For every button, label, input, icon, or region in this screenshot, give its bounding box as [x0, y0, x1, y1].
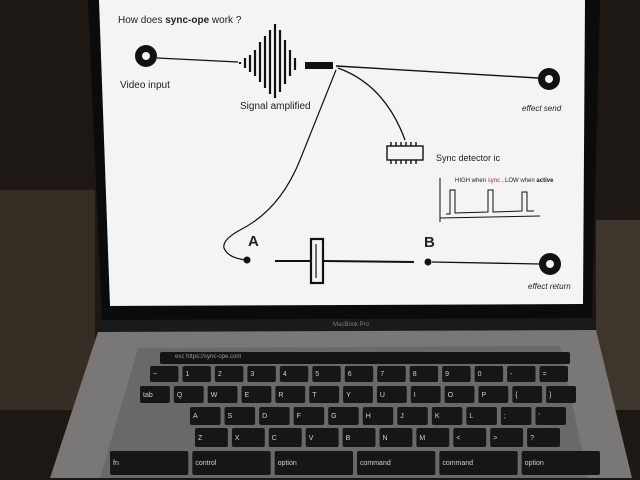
key-label: control [195, 460, 217, 467]
key-label: command [360, 460, 391, 467]
key-label: 0 [477, 371, 482, 378]
key-label: Z [198, 434, 203, 442]
key-label: 6 [347, 371, 352, 378]
key-label: F [296, 413, 301, 420]
key-label: 8 [412, 371, 417, 378]
key-label: 3 [250, 371, 255, 378]
key-label: W [210, 391, 218, 399]
effect-send-label: effect send [522, 104, 562, 113]
key-label: Y [346, 391, 351, 399]
keyboard-key[interactable] [110, 451, 189, 475]
key-label: B [345, 434, 351, 442]
key-label: 4 [282, 371, 287, 378]
key-label: Q [176, 391, 183, 399]
key-label: command [442, 460, 474, 467]
key-label: 7 [380, 371, 385, 378]
key-label: J [400, 413, 404, 420]
sync-detector-chip-icon [386, 142, 424, 164]
node-a [243, 256, 251, 264]
laptop-brand: MacBook Pro [333, 322, 370, 328]
key-label: K [434, 413, 440, 420]
key-label: D [262, 413, 268, 420]
key-label: option [277, 460, 297, 467]
key-label: L [469, 413, 474, 420]
point-a-label: A [248, 233, 259, 250]
touch-bar-text: esc https://sync-ope.com [175, 354, 242, 360]
key-label: U [379, 391, 385, 399]
key-label: A [193, 413, 198, 420]
laptop-screen [99, 0, 585, 306]
key-label: 2 [217, 371, 222, 378]
key-label: { [515, 391, 518, 399]
key-label: option [524, 460, 544, 467]
sync-detector-label: Sync detector ic [436, 153, 501, 163]
key-label: P [481, 391, 487, 399]
key-label: N [382, 434, 388, 442]
key-label: M [419, 434, 426, 442]
key-label: G [331, 413, 337, 420]
switch-block [309, 237, 325, 285]
key-label: R [278, 391, 284, 399]
waveform-label: HIGH when sync , LOW when active [455, 178, 554, 184]
key-label: ; [503, 413, 506, 420]
key-label: X [234, 434, 240, 442]
key-label: } [549, 391, 552, 399]
key-label: fn [113, 460, 119, 467]
key-label: ' [538, 413, 540, 420]
key-label: E [244, 391, 250, 399]
key-label: I [413, 391, 416, 399]
amplifier-block [305, 62, 333, 69]
point-b-label: B [424, 234, 435, 251]
key-label: 9 [445, 371, 450, 378]
key-label: V [308, 434, 314, 442]
key-label: O [447, 391, 454, 399]
key-label: < [456, 434, 461, 442]
key-label: - [510, 371, 513, 378]
effect-return-label: effect return [528, 282, 571, 291]
key-label: C [271, 434, 277, 442]
key-label: ? [530, 434, 534, 442]
fabric-left [0, 190, 95, 410]
key-label: tab [143, 391, 153, 399]
key-label: > [493, 434, 498, 442]
key-label: 5 [315, 371, 320, 378]
scene [0, 0, 640, 480]
keyboard-key[interactable] [535, 407, 566, 425]
key-label: H [365, 413, 371, 420]
slide-title: How does sync-ope work ? [118, 15, 242, 26]
video-input-label: Video input [120, 80, 170, 91]
signal-amplified-label: Signal amplified [240, 101, 311, 112]
key-label: ~ [153, 371, 158, 378]
node-b [424, 258, 432, 266]
key-label: = [542, 371, 547, 378]
key-label: T [312, 391, 317, 399]
key-label: S [227, 413, 233, 420]
key-label: 1 [185, 371, 190, 378]
